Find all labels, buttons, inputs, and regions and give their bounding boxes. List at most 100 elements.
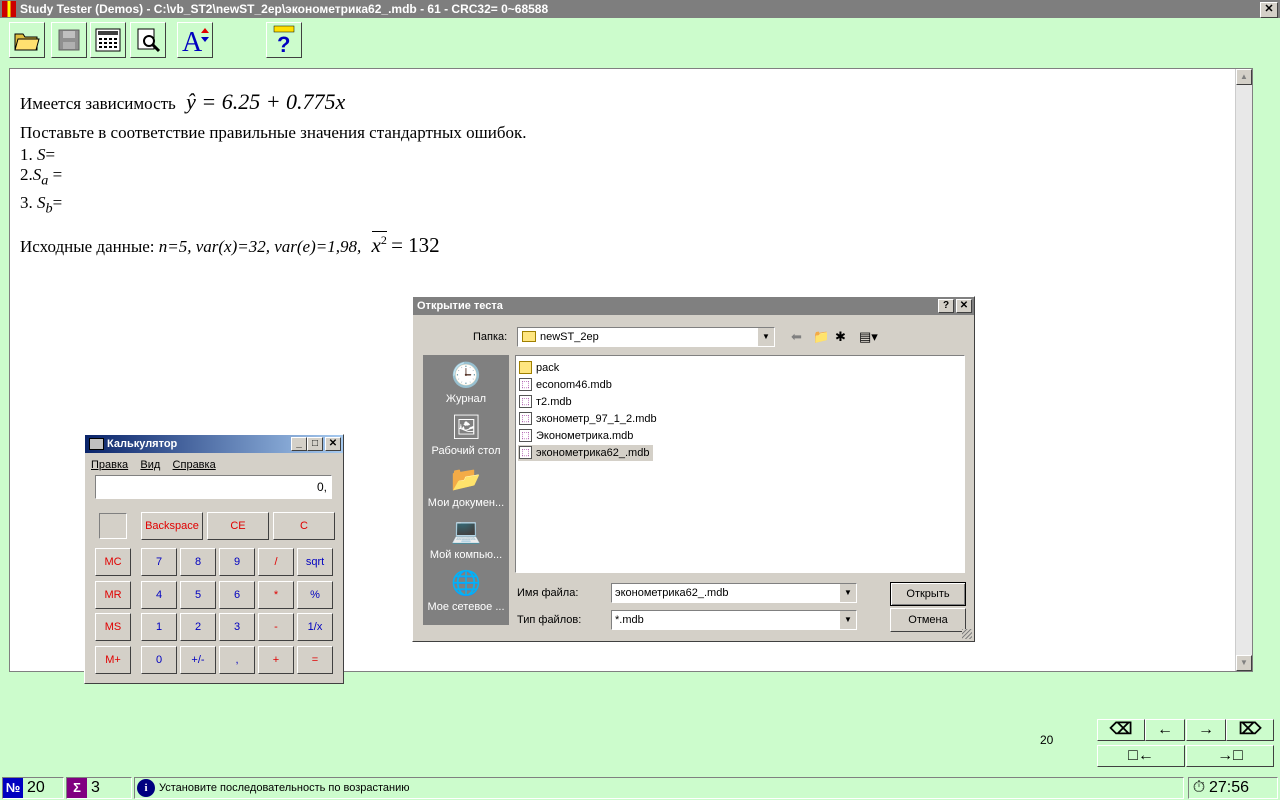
list-item[interactable]: ⬚ econom46.mdb (518, 377, 612, 393)
help-question-icon[interactable]: ? (938, 299, 954, 313)
source-values: n=5, var(x)=32, var(e)=1,98, (158, 237, 362, 256)
digit-2-button[interactable]: 2 (180, 613, 216, 641)
cancel-button[interactable]: Отмена (890, 608, 966, 632)
answered-count-icon: Σ (67, 778, 87, 798)
list-item[interactable]: ⬚ Эконометрика.mdb (518, 428, 633, 444)
folder-select[interactable]: newST_2ep ▼ (517, 327, 775, 347)
help-icon[interactable]: ? (266, 22, 302, 58)
regression-formula: ŷ = 6.25 + 0.775x (186, 89, 346, 114)
calculator-display: 0, (95, 475, 332, 499)
reciprocal-button[interactable]: 1/x (297, 613, 333, 641)
mr-button[interactable]: MR (95, 581, 131, 609)
resize-grip-icon[interactable] (962, 629, 972, 639)
digit-4-button[interactable]: 4 (141, 581, 177, 609)
backspace-answer-icon[interactable]: ⌫ (1097, 719, 1145, 741)
digit-5-button[interactable]: 5 (180, 581, 216, 609)
mc-button[interactable]: MC (95, 548, 131, 576)
digit-3-button[interactable]: 3 (219, 613, 255, 641)
percent-button[interactable]: % (297, 581, 333, 609)
scroll-up-icon[interactable]: ▲ (1236, 69, 1252, 85)
place-documents[interactable]: 📂 Мои докумен... (423, 465, 509, 509)
new-folder-icon[interactable]: ✱ (835, 329, 846, 345)
digit-8-button[interactable]: 8 (180, 548, 216, 576)
m-plus-button[interactable]: M+ (95, 646, 131, 674)
question-count-icon: № (3, 778, 23, 798)
first-question-icon[interactable]: □← (1097, 745, 1185, 767)
file-list: pack ⬚ econom46.mdb ⬚ т2.mdb ⬚ эконометр_97… (515, 355, 965, 573)
place-history[interactable]: 🕒 Журнал (423, 361, 509, 405)
back-arrow-icon[interactable]: ⬅ (791, 329, 802, 345)
list-item-selected[interactable]: ⬚ эконометрика62_.mdb (518, 445, 654, 461)
item-2: 2.Sa = (20, 165, 63, 189)
timer: 27:56 (1209, 779, 1250, 796)
chevron-down-icon[interactable]: ▼ (840, 611, 856, 629)
digit-1-button[interactable]: 1 (141, 613, 177, 641)
sqrt-button[interactable]: sqrt (297, 548, 333, 576)
view-menu-icon[interactable]: ▤▾ (859, 329, 878, 345)
vertical-scrollbar[interactable]: ▲ ▼ (1235, 69, 1252, 671)
multiply-button[interactable]: * (258, 581, 294, 609)
digit-0-button[interactable]: 0 (141, 646, 177, 674)
calculator-app-icon (89, 438, 104, 451)
sign-button[interactable]: +/- (180, 646, 216, 674)
chevron-down-icon[interactable]: ▼ (840, 584, 856, 602)
mean-x-squared-value: = 132 (391, 233, 440, 257)
last-question-icon[interactable]: →□ (1186, 745, 1274, 767)
up-folder-icon[interactable]: 📁 (813, 329, 829, 345)
filetype-select[interactable]: *.mdb ▼ (611, 610, 857, 630)
place-network[interactable]: 🌐 Мое сетевое ... (423, 569, 509, 613)
digit-7-button[interactable]: 7 (141, 548, 177, 576)
place-computer[interactable]: 💻 Мой компью... (423, 517, 509, 561)
maximize-icon[interactable]: □ (307, 437, 323, 451)
divide-button[interactable]: / (258, 548, 294, 576)
close-icon[interactable]: ✕ (956, 299, 972, 313)
menu-view[interactable]: Вид (140, 459, 160, 471)
filename-input[interactable]: эконометрика62_.mdb ▼ (611, 583, 857, 603)
equals-button[interactable]: = (297, 646, 333, 674)
ce-button[interactable]: CE (207, 512, 269, 540)
status-bar: № 20 Σ3 i Установите последовательность по… (0, 776, 1280, 800)
prev-arrow-icon[interactable]: ← (1145, 719, 1185, 741)
dialog-title-bar: Открытие теста ? ✕ (413, 297, 974, 315)
calculator-menu: Правка Вид Справка (91, 459, 216, 471)
open-folder-icon[interactable] (9, 22, 45, 58)
ms-button[interactable]: MS (95, 613, 131, 641)
print-preview-icon[interactable] (130, 22, 166, 58)
close-button[interactable]: ✕ (1260, 2, 1278, 18)
list-item[interactable]: ⬚ т2.mdb (518, 394, 572, 410)
status-message: Установите последовательность по возраст… (159, 782, 410, 794)
digit-6-button[interactable]: 6 (219, 581, 255, 609)
folder-label: Папка: (473, 331, 508, 343)
info-icon: i (137, 779, 155, 797)
backspace-button[interactable]: Backspace (141, 512, 203, 540)
decimal-button[interactable]: , (219, 646, 255, 674)
subtract-button[interactable]: - (258, 613, 294, 641)
scroll-down-icon[interactable]: ▼ (1236, 655, 1252, 671)
page-number: 20 (1040, 733, 1054, 747)
next-arrow-icon[interactable]: → (1186, 719, 1226, 741)
clear-answer-icon[interactable]: ⌦ (1226, 719, 1274, 741)
calculator-icon[interactable] (90, 22, 126, 58)
add-button[interactable]: + (258, 646, 294, 674)
chevron-down-icon[interactable]: ▼ (757, 328, 774, 346)
menu-help[interactable]: Справка (173, 459, 216, 471)
calculator-title: Калькулятор (107, 438, 178, 450)
minimize-icon[interactable]: _ (291, 437, 307, 451)
folder-icon (522, 331, 536, 342)
list-item[interactable]: ⬚ эконометр_97_1_2.mdb (518, 411, 657, 427)
close-icon[interactable]: ✕ (325, 437, 341, 451)
list-item[interactable]: pack (518, 360, 559, 376)
clear-button[interactable]: C (273, 512, 335, 540)
open-button[interactable]: Открыть (890, 582, 966, 606)
save-disk-icon[interactable] (51, 22, 87, 58)
toolbar: A ? (0, 18, 1280, 62)
place-desktop[interactable]: 🖼 Рабочий стол (423, 413, 509, 457)
menu-edit[interactable]: Правка (91, 459, 128, 471)
source-label: Исходные данные: (20, 237, 155, 256)
desktop-icon: 🖼 (451, 414, 482, 441)
status-message-panel: i Установите последовательность по возрас… (134, 777, 1184, 799)
digit-9-button[interactable]: 9 (219, 548, 255, 576)
question-count-panel: № 20 (2, 777, 64, 799)
app-title-bar: Study Tester (Demos) - C:\vb_ST2\newST_2… (0, 0, 1280, 18)
font-size-icon[interactable]: A (177, 22, 213, 58)
